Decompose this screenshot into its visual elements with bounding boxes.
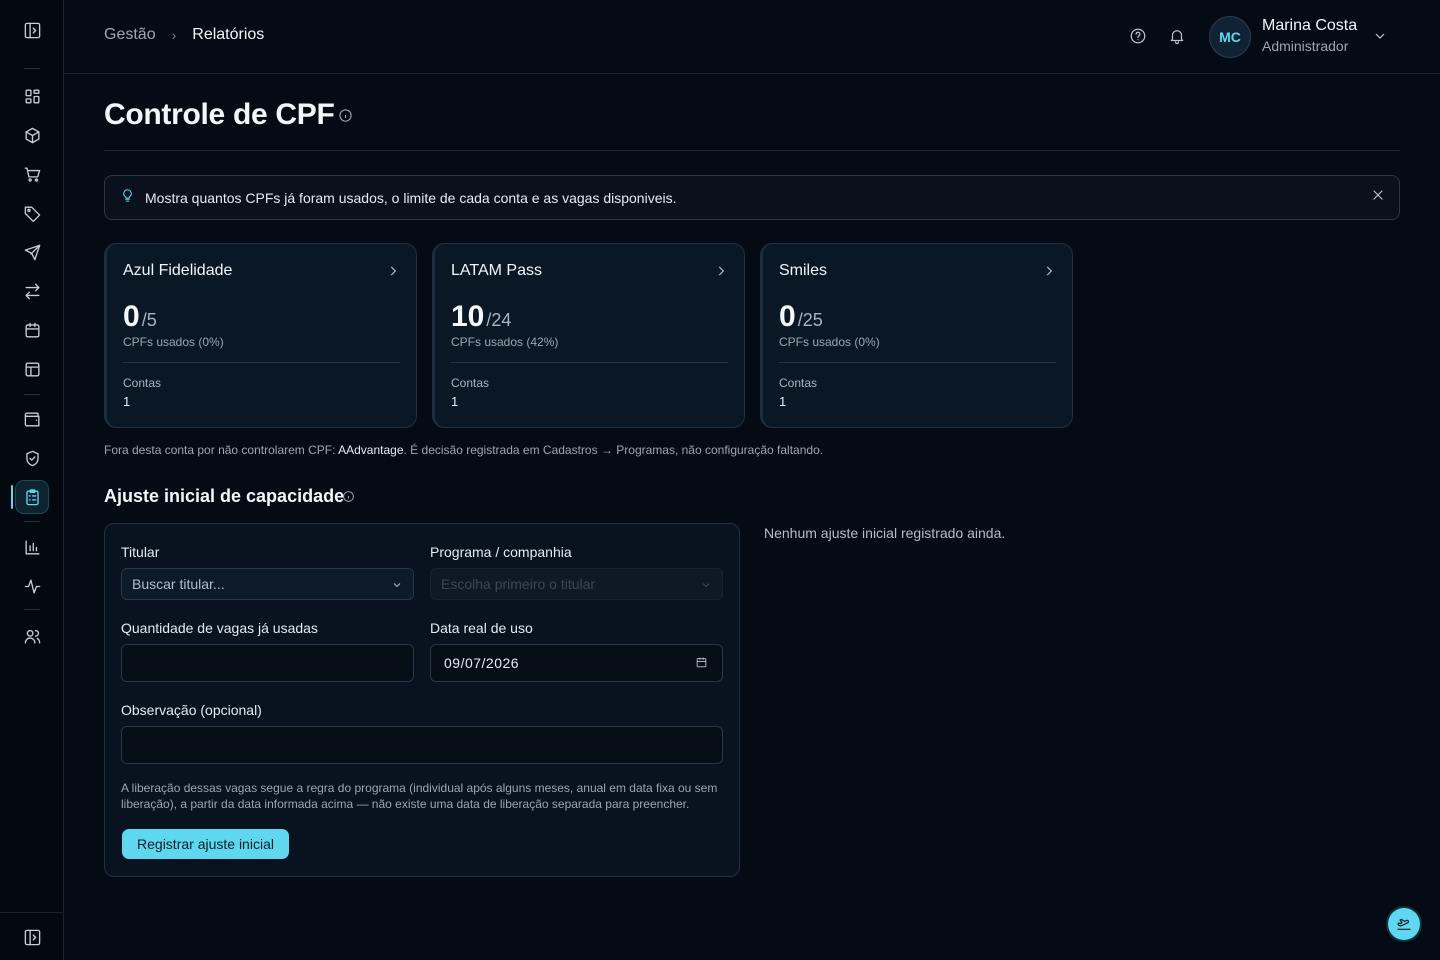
shield-check-icon[interactable] [16,442,48,474]
sidebar-divider [24,394,40,395]
cpf-limit-value: /25 [797,310,823,330]
quantity-input[interactable] [121,644,414,682]
close-icon[interactable] [1371,188,1385,207]
cpf-used-value: 10 [451,300,485,333]
holder-select[interactable]: Buscar titular... [121,568,414,600]
holder-label: Titular [121,544,160,560]
card-divider [451,362,728,363]
register-adjustment-button[interactable]: Registrar ajuste inicial [122,829,289,859]
empty-adjustments-message: Nenhum ajuste inicial registrado ainda. [764,525,1006,541]
initial-adjustment-form: Titular Buscar titular... Programa / com… [104,523,740,877]
airplane-icon[interactable] [16,236,48,268]
sidebar-toggle-icon[interactable] [16,14,48,46]
users-icon[interactable] [16,620,48,652]
user-role: Administrador [1262,38,1349,54]
sidebar-divider [24,521,40,522]
transfer-arrows-icon[interactable] [16,275,48,307]
calendar-icon[interactable] [695,656,708,674]
accounts-value: 1 [451,394,459,409]
card-divider [123,362,400,363]
chevron-right-icon: › [171,27,177,43]
calendar-icon[interactable] [16,314,48,346]
alert-message: Mostra quantos CPFs já foram usados, o l… [145,190,677,206]
info-icon[interactable] [338,108,353,128]
program-card-smiles[interactable]: Smiles 0 /25 CPFs usados (0%) Contas 1 [760,243,1073,428]
chevron-right-icon[interactable] [1042,264,1056,283]
accounts-value: 1 [779,394,787,409]
help-circle-icon[interactable] [1129,27,1149,47]
top-header: Gestão › Relatórios MC Marina Costa Admi… [64,0,1440,74]
layout-panel-icon[interactable] [16,353,48,385]
shopping-cart-icon[interactable] [16,158,48,190]
sidebar [0,0,64,960]
cpf-limit-value: /24 [486,310,512,330]
cpf-used-value: 0 [779,300,796,333]
tag-icon[interactable] [16,197,48,229]
user-name[interactable]: Marina Costa [1262,17,1357,35]
bell-icon[interactable] [1168,27,1188,47]
accounts-value: 1 [123,394,131,409]
breadcrumb: Gestão › Relatórios [104,26,264,44]
accounts-label: Contas [451,376,490,390]
card-program-name: Smiles [779,262,828,279]
lightbulb-icon [120,188,135,208]
accounts-label: Contas [123,376,162,390]
accounts-label: Contas [779,376,818,390]
note-label: Observação (opcional) [121,702,262,718]
chevron-right-icon[interactable] [714,264,728,283]
travel-assistant-icon[interactable] [1388,908,1420,940]
chevron-right-icon[interactable] [386,264,400,283]
excluded-program-name: AAdvantage [338,443,404,457]
sidebar-divider [24,609,40,610]
avatar[interactable]: MC [1209,16,1251,58]
bar-chart-icon[interactable] [16,531,48,563]
program-card-latam[interactable]: LATAM Pass 10 /24 CPFs usados (42%) Cont… [432,243,745,428]
wallet-icon[interactable] [16,403,48,435]
chevron-down-icon[interactable] [1372,28,1388,49]
program-card-azul[interactable]: Azul Fidelidade 0 /5 CPFs usados (0%) Co… [104,243,417,428]
cpf-usage-count: 10 /24 [451,300,511,334]
chevron-down-icon [700,578,712,596]
breadcrumb-current: Relatórios [192,26,265,43]
note-suffix: . É decisão registrada em Cadastros → Pr… [403,443,824,457]
date-label: Data real de uso [430,620,533,636]
cpf-usage-subtitle: CPFs usados (0%) [123,335,224,349]
sidebar-footer-divider [0,912,64,913]
breadcrumb-parent[interactable]: Gestão [104,26,156,44]
release-rule-help: A liberação dessas vagas segue a regra d… [121,781,718,811]
sidebar-expand-icon[interactable] [16,921,48,953]
card-divider [779,362,1056,363]
info-icon[interactable] [342,490,355,508]
dashboard-grid-icon[interactable] [16,80,48,112]
excluded-programs-note: Fora desta conta por não controlarem CPF… [104,443,823,457]
sidebar-divider [24,68,40,69]
note-prefix: Fora desta conta por não controlarem CPF… [104,443,339,457]
card-program-name: LATAM Pass [451,262,542,279]
quantity-label: Quantidade de vagas já usadas [121,620,318,636]
date-value: 09/07/2026 [444,655,520,671]
cpf-usage-count: 0 /5 [123,300,157,334]
info-alert: Mostra quantos CPFs já foram usados, o l… [104,175,1400,220]
card-program-name: Azul Fidelidade [123,262,233,279]
cpf-limit-value: /5 [141,310,157,330]
clipboard-list-icon[interactable] [11,481,48,513]
cpf-usage-subtitle: CPFs usados (42%) [451,335,559,349]
section-title: Ajuste inicial de capacidade [104,486,345,506]
package-box-icon[interactable] [16,119,48,151]
program-placeholder: Escolha primeiro o titular [441,576,596,592]
program-select: Escolha primeiro o titular [430,568,723,600]
note-input[interactable] [121,726,723,764]
date-input[interactable]: 09/07/2026 [430,644,723,682]
holder-placeholder: Buscar titular... [132,576,225,592]
title-divider [104,150,1400,151]
page-title: Controle de CPF [104,98,335,131]
cpf-usage-subtitle: CPFs usados (0%) [779,335,880,349]
program-label: Programa / companhia [430,544,572,560]
cpf-usage-count: 0 /25 [779,300,823,334]
cpf-used-value: 0 [123,300,140,333]
chevron-down-icon [391,578,403,596]
activity-pulse-icon[interactable] [16,570,48,602]
